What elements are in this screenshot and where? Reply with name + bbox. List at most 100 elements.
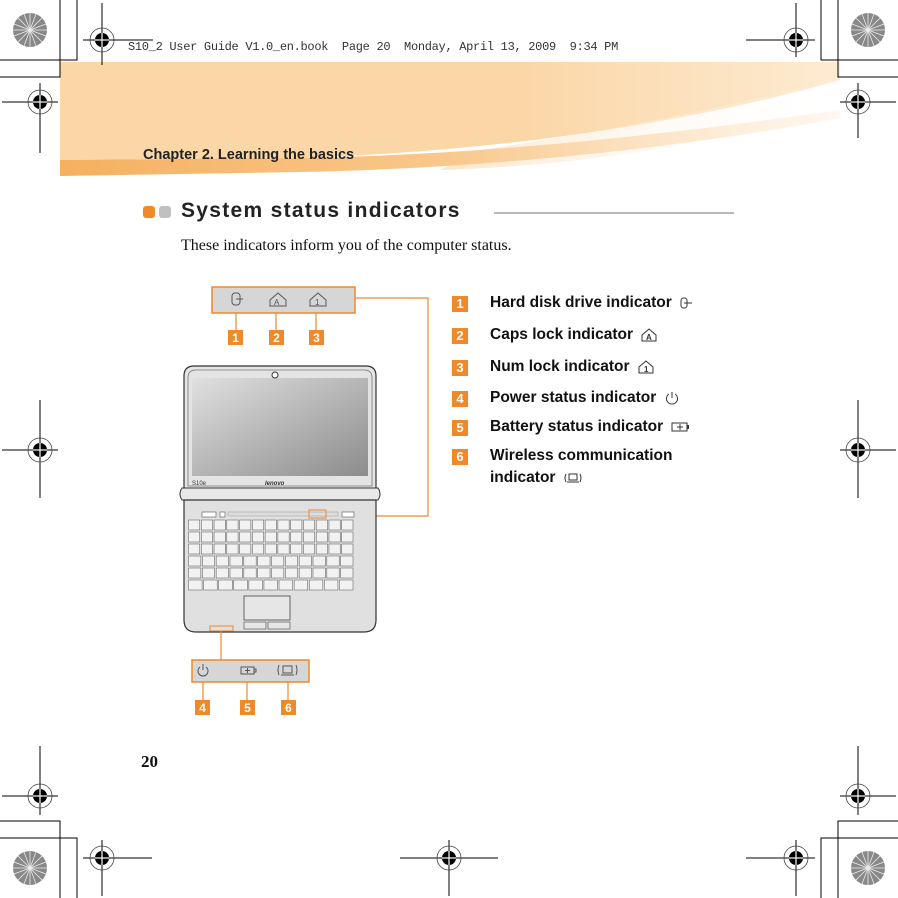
callout-number-1: 1 (228, 330, 243, 345)
svg-text:4: 4 (199, 701, 206, 715)
brand-label: lenovo (265, 481, 285, 487)
svg-text:5: 5 (244, 701, 251, 715)
keyboard-key (303, 543, 315, 555)
keyboard-key (315, 519, 328, 531)
keyboard-key (215, 555, 229, 567)
touchpad (243, 595, 291, 621)
keyboard-key (340, 567, 354, 579)
keyboard-key (308, 579, 324, 591)
keyboard-key (340, 555, 354, 567)
keyboard-key (293, 579, 308, 591)
keyboard-key (271, 555, 285, 567)
print-slug: S10_2 User Guide V1.0_en.book Page 20 Mo… (128, 40, 618, 54)
power-icon (665, 391, 678, 405)
hdd-icon (680, 297, 693, 309)
indicator-number-6: 6 (452, 449, 468, 465)
keyboard-key (252, 543, 264, 555)
keyboard-key (285, 555, 298, 567)
keyboard-key (239, 531, 252, 543)
keyboard-key (341, 531, 354, 543)
indicator-number-2: 2 (452, 328, 468, 344)
indicator-label-line2: indicator (490, 469, 556, 486)
indicator-number-3: 3 (452, 360, 468, 376)
model-label: S10e (192, 481, 207, 487)
keyboard-key (264, 519, 277, 531)
keyboard-key (290, 543, 303, 555)
keyboard-key (201, 519, 213, 531)
svg-text:A: A (274, 298, 280, 307)
keyboard-key (326, 555, 340, 567)
indicator-label: Hard disk drive indicator (490, 294, 672, 311)
indicator-label: Battery status indicator (490, 418, 664, 435)
svg-text:1: 1 (644, 365, 649, 374)
keyboard-key (188, 519, 201, 531)
section-title: System status indicators (181, 199, 461, 222)
keyboard-key (298, 567, 312, 579)
svg-text:1: 1 (232, 331, 239, 345)
keyboard-key (201, 543, 213, 555)
svg-text:A: A (646, 333, 652, 342)
indicator-label: Num lock indicator (490, 358, 630, 375)
page-number: 20 (141, 752, 158, 771)
keyboard-key (303, 531, 315, 543)
chapter-title: Chapter 2. Learning the basics (143, 147, 355, 163)
keyboard-key (218, 579, 233, 591)
keyboard-key (271, 567, 285, 579)
keyboard-key (341, 519, 354, 531)
laptop-lid: S10e lenovo (183, 365, 377, 493)
keyboard-key (188, 543, 201, 555)
callout-number-6: 6 (281, 700, 296, 715)
svg-text:1: 1 (315, 298, 320, 307)
indicator-number-4: 4 (452, 391, 468, 407)
keyboard-key (252, 519, 264, 531)
callout-number-4: 4 (195, 700, 210, 715)
keyboard-key (290, 519, 303, 531)
keyboard-key (312, 567, 326, 579)
keyboard-key (243, 555, 257, 567)
keyboard-key (277, 543, 290, 555)
indicator-item-num-lock: Num lock indicator 1 (490, 356, 654, 378)
keyboard-key (312, 555, 326, 567)
keyboard-key (248, 579, 263, 591)
page-decoration (0, 0, 898, 898)
svg-text:2: 2 (273, 331, 280, 345)
keyboard-key (213, 519, 226, 531)
callout-number-3: 3 (309, 330, 324, 345)
keyboard-key (243, 567, 257, 579)
keyboard-key (239, 543, 252, 555)
keyboard-key (213, 543, 226, 555)
keyboard-key (290, 531, 303, 543)
keyboard-key (263, 579, 278, 591)
keyboard-key (257, 555, 271, 567)
keyboard-key (229, 567, 243, 579)
keyboard-key (229, 555, 243, 567)
keyboard-key (341, 543, 354, 555)
indicator-item-battery: Battery status indicator (490, 416, 691, 438)
section-bullet-orange (143, 206, 155, 218)
section-rule (494, 212, 734, 214)
keyboard-key (188, 531, 201, 543)
keyboard-key (252, 531, 264, 543)
indicator-number-5: 5 (452, 420, 468, 436)
keyboard-key (202, 567, 215, 579)
keyboard-key (324, 579, 339, 591)
laptop-diagram: A 1 1 2 3 S10e lenovo 4 5 6 (179, 286, 429, 715)
top-indicator-panel (211, 286, 356, 314)
keyboard-key (188, 555, 202, 567)
keyboard-key (264, 543, 277, 555)
keyboard-key (226, 531, 239, 543)
wireless-icon (564, 473, 582, 483)
indicator-label: Caps lock indicator (490, 326, 633, 343)
indicator-label-line1: Wireless communication (490, 447, 673, 464)
callout-number-5: 5 (240, 700, 255, 715)
keyboard-key (257, 567, 271, 579)
bottom-indicator-panel (191, 659, 310, 683)
keyboard-key (328, 543, 341, 555)
indicator-item-caps-lock: Caps lock indicator A (490, 324, 657, 346)
keyboard-key (277, 519, 290, 531)
keyboard-key (239, 519, 252, 531)
section-intro: These indicators inform you of the compu… (181, 237, 512, 254)
keyboard-key (328, 519, 341, 531)
indicator-number-1: 1 (452, 296, 468, 312)
keyboard-key (326, 567, 340, 579)
